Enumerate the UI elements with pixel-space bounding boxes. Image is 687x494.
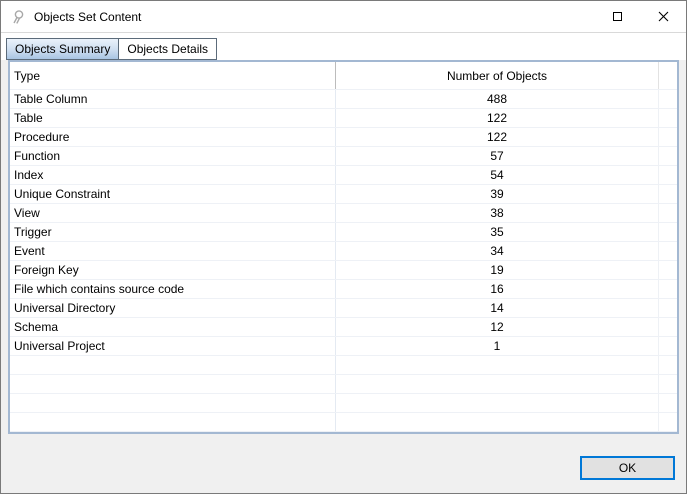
row-filler xyxy=(659,299,677,317)
cell-count: 38 xyxy=(336,204,659,222)
maximize-icon xyxy=(613,12,622,21)
cell-count: 16 xyxy=(336,280,659,298)
row-filler xyxy=(659,204,677,222)
cell-count: 39 xyxy=(336,185,659,203)
tab-label: Objects Summary xyxy=(15,42,110,56)
table-row-empty xyxy=(10,375,677,394)
cell-count: 12 xyxy=(336,318,659,336)
row-filler xyxy=(659,147,677,165)
row-filler xyxy=(659,90,677,108)
table-row[interactable]: Function57 xyxy=(10,147,677,166)
table-row[interactable]: Table122 xyxy=(10,109,677,128)
table-row-empty xyxy=(10,413,677,432)
table-row[interactable]: Unique Constraint39 xyxy=(10,185,677,204)
cell-type-empty xyxy=(10,394,336,412)
column-header-number-of-objects[interactable]: Number of Objects xyxy=(336,62,659,89)
row-filler xyxy=(659,280,677,298)
cell-count: 54 xyxy=(336,166,659,184)
cell-type: Universal Directory xyxy=(10,299,336,317)
cell-type-empty xyxy=(10,375,336,393)
close-icon xyxy=(658,11,669,22)
cell-type: File which contains source code xyxy=(10,280,336,298)
cell-count: 488 xyxy=(336,90,659,108)
objects-set-content-dialog: Objects Set Content Objects Summary Obje… xyxy=(0,0,687,494)
row-filler xyxy=(659,356,677,374)
table-body: Table Column488Table122Procedure122Funct… xyxy=(10,90,677,432)
cell-count: 35 xyxy=(336,223,659,241)
table-row[interactable]: Procedure122 xyxy=(10,128,677,147)
row-filler xyxy=(659,223,677,241)
table-row[interactable]: Trigger35 xyxy=(10,223,677,242)
row-filler xyxy=(659,109,677,127)
cell-count: 57 xyxy=(336,147,659,165)
cell-type: Event xyxy=(10,242,336,260)
cell-type: Function xyxy=(10,147,336,165)
row-filler xyxy=(659,337,677,355)
row-filler xyxy=(659,166,677,184)
cell-type: Procedure xyxy=(10,128,336,146)
row-filler xyxy=(659,394,677,412)
table-row[interactable]: Index54 xyxy=(10,166,677,185)
row-filler xyxy=(659,318,677,336)
cell-count: 122 xyxy=(336,128,659,146)
tab-objects-summary[interactable]: Objects Summary xyxy=(6,38,119,60)
cell-type: Trigger xyxy=(10,223,336,241)
column-header-type[interactable]: Type xyxy=(10,62,336,89)
cell-type-empty xyxy=(10,356,336,374)
cell-type: Unique Constraint xyxy=(10,185,336,203)
row-filler xyxy=(659,413,677,431)
cell-type: Table xyxy=(10,109,336,127)
cell-type: Index xyxy=(10,166,336,184)
ribbon-app-icon xyxy=(10,9,26,25)
row-filler xyxy=(659,261,677,279)
cell-count: 34 xyxy=(336,242,659,260)
cell-type: View xyxy=(10,204,336,222)
row-filler xyxy=(659,242,677,260)
table-row[interactable]: Schema12 xyxy=(10,318,677,337)
table-row[interactable]: File which contains source code16 xyxy=(10,280,677,299)
close-button[interactable] xyxy=(640,1,686,32)
cell-type: Universal Project xyxy=(10,337,336,355)
ok-button[interactable]: OK xyxy=(580,456,675,480)
tab-strip: Objects Summary Objects Details xyxy=(1,32,686,60)
row-filler xyxy=(659,128,677,146)
table-row-empty xyxy=(10,356,677,375)
cell-type: Schema xyxy=(10,318,336,336)
maximize-button[interactable] xyxy=(594,1,640,32)
cell-count: 122 xyxy=(336,109,659,127)
table-row[interactable]: Foreign Key19 xyxy=(10,261,677,280)
cell-count-empty xyxy=(336,375,659,393)
cell-count: 19 xyxy=(336,261,659,279)
window-title: Objects Set Content xyxy=(34,10,594,24)
tab-label: Objects Details xyxy=(127,42,208,56)
objects-summary-table: Type Number of Objects Table Column488Ta… xyxy=(8,60,679,434)
table-row[interactable]: Universal Directory14 xyxy=(10,299,677,318)
table-row[interactable]: View38 xyxy=(10,204,677,223)
cell-count-empty xyxy=(336,394,659,412)
dialog-footer: OK xyxy=(1,434,686,494)
table-row[interactable]: Universal Project1 xyxy=(10,337,677,356)
cell-count: 14 xyxy=(336,299,659,317)
cell-type-empty xyxy=(10,413,336,431)
cell-type: Foreign Key xyxy=(10,261,336,279)
row-filler xyxy=(659,375,677,393)
cell-count-empty xyxy=(336,356,659,374)
tab-objects-details[interactable]: Objects Details xyxy=(118,38,217,60)
cell-count-empty xyxy=(336,413,659,431)
header-filler xyxy=(659,62,677,89)
table-row-empty xyxy=(10,394,677,413)
row-filler xyxy=(659,185,677,203)
cell-type: Table Column xyxy=(10,90,336,108)
table-row[interactable]: Table Column488 xyxy=(10,90,677,109)
table-row[interactable]: Event34 xyxy=(10,242,677,261)
table-header-row: Type Number of Objects xyxy=(10,62,677,90)
cell-count: 1 xyxy=(336,337,659,355)
title-bar[interactable]: Objects Set Content xyxy=(1,1,686,32)
